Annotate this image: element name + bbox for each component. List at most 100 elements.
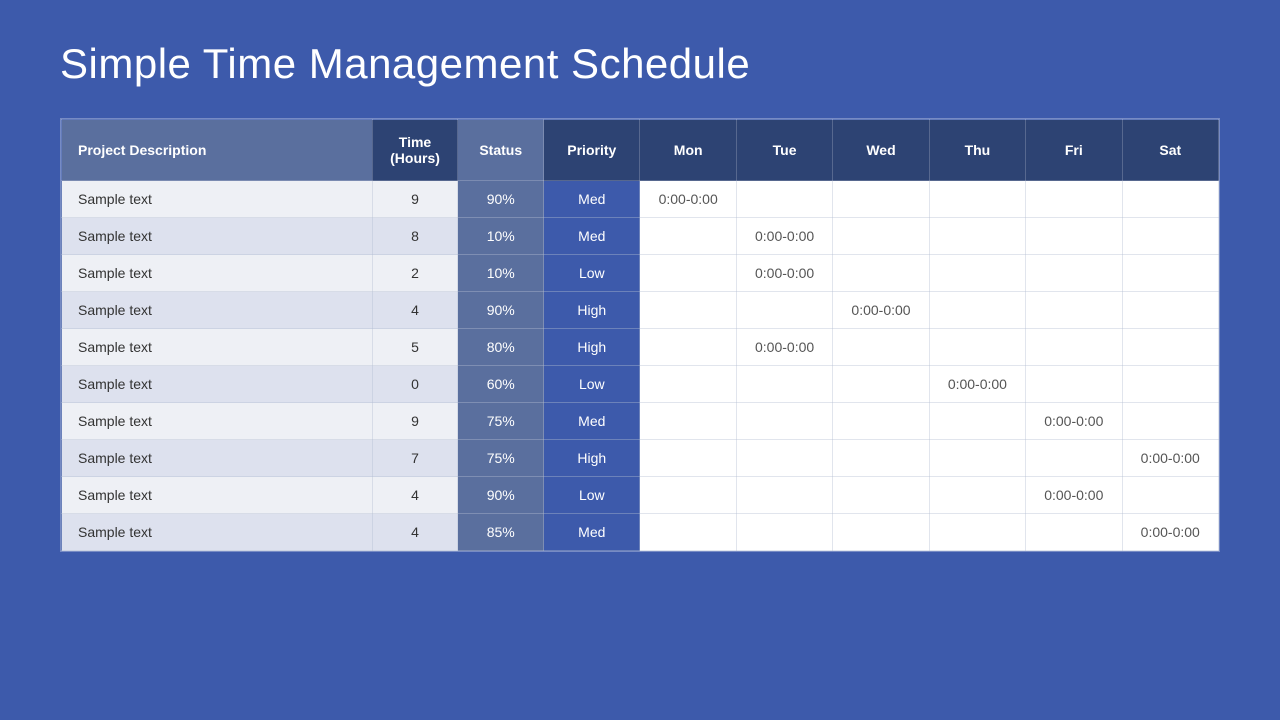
- cell-tue: [736, 477, 832, 514]
- cell-fri: [1026, 181, 1122, 218]
- cell-sat: [1122, 366, 1218, 403]
- cell-project: Sample text: [62, 440, 373, 477]
- cell-mon: [640, 255, 736, 292]
- cell-project: Sample text: [62, 403, 373, 440]
- table-row: Sample text485%Med0:00-0:00: [62, 514, 1219, 551]
- cell-mon: [640, 403, 736, 440]
- header-project: Project Description: [62, 120, 373, 181]
- header-tue: Tue: [736, 120, 832, 181]
- cell-project: Sample text: [62, 181, 373, 218]
- header-wed: Wed: [833, 120, 929, 181]
- page-title: Simple Time Management Schedule: [60, 40, 1220, 88]
- cell-mon: [640, 440, 736, 477]
- cell-tue: [736, 403, 832, 440]
- cell-sat: 0:00-0:00: [1122, 440, 1218, 477]
- schedule-table: Project Description Time (Hours) Status …: [61, 119, 1219, 551]
- cell-fri: 0:00-0:00: [1026, 477, 1122, 514]
- cell-project: Sample text: [62, 366, 373, 403]
- cell-tue: 0:00-0:00: [736, 218, 832, 255]
- table-row: Sample text490%High 0:00-0:00: [62, 292, 1219, 329]
- header-thu: Thu: [929, 120, 1025, 181]
- cell-status: 10%: [458, 218, 544, 255]
- cell-wed: [833, 255, 929, 292]
- table-row: Sample text580%High 0:00-0:00: [62, 329, 1219, 366]
- cell-time: 0: [372, 366, 458, 403]
- cell-fri: [1026, 329, 1122, 366]
- cell-mon: [640, 292, 736, 329]
- cell-mon: [640, 218, 736, 255]
- cell-priority: High: [544, 440, 640, 477]
- cell-project: Sample text: [62, 292, 373, 329]
- cell-time: 4: [372, 514, 458, 551]
- cell-status: 85%: [458, 514, 544, 551]
- cell-priority: Low: [544, 366, 640, 403]
- cell-wed: [833, 218, 929, 255]
- cell-mon: [640, 366, 736, 403]
- cell-time: 7: [372, 440, 458, 477]
- table-row: Sample text210%Low 0:00-0:00: [62, 255, 1219, 292]
- header-time: Time (Hours): [372, 120, 458, 181]
- cell-time: 8: [372, 218, 458, 255]
- cell-sat: [1122, 292, 1218, 329]
- cell-fri: [1026, 292, 1122, 329]
- cell-priority: Med: [544, 514, 640, 551]
- cell-status: 75%: [458, 440, 544, 477]
- cell-mon: [640, 477, 736, 514]
- cell-priority: High: [544, 329, 640, 366]
- cell-status: 60%: [458, 366, 544, 403]
- cell-priority: Med: [544, 181, 640, 218]
- cell-tue: [736, 440, 832, 477]
- cell-tue: [736, 514, 832, 551]
- cell-time: 2: [372, 255, 458, 292]
- cell-priority: Med: [544, 403, 640, 440]
- cell-fri: 0:00-0:00: [1026, 403, 1122, 440]
- cell-fri: [1026, 514, 1122, 551]
- cell-thu: [929, 329, 1025, 366]
- table-row: Sample text490%Low0:00-0:00: [62, 477, 1219, 514]
- cell-status: 75%: [458, 403, 544, 440]
- table-row: Sample text990%Med0:00-0:00: [62, 181, 1219, 218]
- cell-tue: [736, 366, 832, 403]
- cell-wed: [833, 403, 929, 440]
- cell-wed: 0:00-0:00: [833, 292, 929, 329]
- schedule-table-container: Project Description Time (Hours) Status …: [60, 118, 1220, 552]
- cell-priority: Low: [544, 477, 640, 514]
- cell-fri: [1026, 440, 1122, 477]
- cell-thu: 0:00-0:00: [929, 366, 1025, 403]
- cell-time: 4: [372, 292, 458, 329]
- cell-priority: High: [544, 292, 640, 329]
- cell-tue: 0:00-0:00: [736, 329, 832, 366]
- cell-project: Sample text: [62, 514, 373, 551]
- cell-thu: [929, 477, 1025, 514]
- cell-wed: [833, 181, 929, 218]
- cell-tue: 0:00-0:00: [736, 255, 832, 292]
- cell-sat: [1122, 255, 1218, 292]
- table-row: Sample text775%High 0:00-0:00: [62, 440, 1219, 477]
- cell-project: Sample text: [62, 255, 373, 292]
- cell-wed: [833, 329, 929, 366]
- cell-time: 9: [372, 403, 458, 440]
- cell-sat: [1122, 218, 1218, 255]
- table-body: Sample text990%Med0:00-0:00Sample text81…: [62, 181, 1219, 551]
- cell-status: 10%: [458, 255, 544, 292]
- cell-project: Sample text: [62, 477, 373, 514]
- cell-wed: [833, 440, 929, 477]
- cell-project: Sample text: [62, 329, 373, 366]
- cell-priority: Low: [544, 255, 640, 292]
- cell-status: 80%: [458, 329, 544, 366]
- cell-time: 5: [372, 329, 458, 366]
- header-fri: Fri: [1026, 120, 1122, 181]
- cell-fri: [1026, 366, 1122, 403]
- cell-sat: [1122, 329, 1218, 366]
- cell-time: 4: [372, 477, 458, 514]
- cell-status: 90%: [458, 292, 544, 329]
- cell-mon: [640, 514, 736, 551]
- cell-mon: 0:00-0:00: [640, 181, 736, 218]
- header-status: Status: [458, 120, 544, 181]
- cell-fri: [1026, 218, 1122, 255]
- cell-tue: [736, 292, 832, 329]
- cell-sat: [1122, 477, 1218, 514]
- cell-time: 9: [372, 181, 458, 218]
- cell-project: Sample text: [62, 218, 373, 255]
- cell-thu: [929, 255, 1025, 292]
